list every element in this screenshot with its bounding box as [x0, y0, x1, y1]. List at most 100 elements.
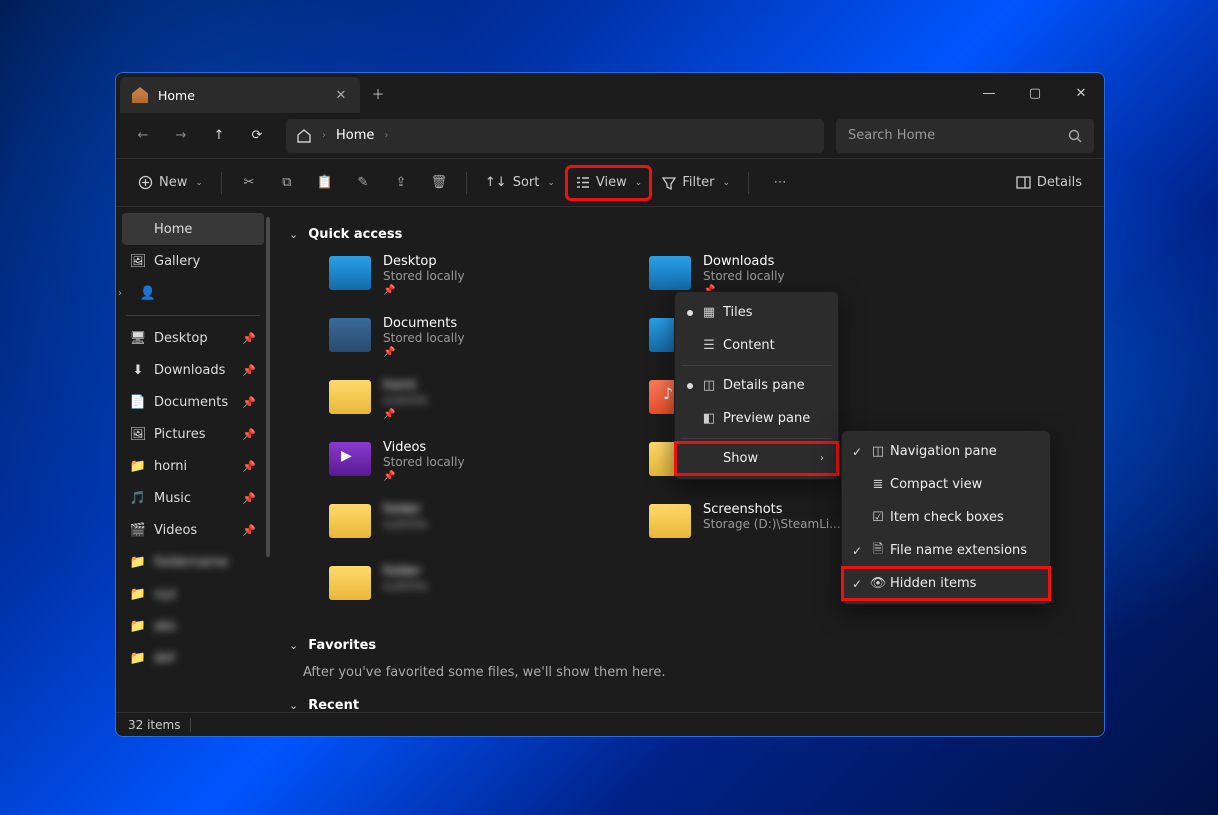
tab-title: Home	[158, 88, 324, 103]
copy-button[interactable]: ⧉	[270, 167, 304, 199]
chevron-right-icon: ›	[384, 130, 388, 141]
folder-icon	[649, 256, 691, 290]
pin-icon: 📌	[242, 524, 256, 537]
cut-button[interactable]: ✂	[232, 167, 266, 199]
item-subtitle: subtitle	[383, 393, 428, 407]
section-quick-access[interactable]: ⌄ Quick access	[289, 227, 1086, 242]
new-tab-button[interactable]: ＋	[360, 73, 396, 113]
quick-access-item[interactable]: horni subtitle 📌	[329, 378, 609, 434]
quick-access-item[interactable]: Documents Stored locally 📌	[329, 316, 609, 372]
check-icon: ✓	[852, 445, 862, 459]
more-button[interactable]: ⋯	[763, 167, 797, 199]
scrollbar[interactable]	[266, 217, 270, 557]
pin-icon: 📌	[383, 471, 465, 482]
sidebar-item-home[interactable]: Home	[122, 213, 264, 245]
menu-item-navigation-pane[interactable]: ✓◫Navigation pane	[842, 435, 1050, 468]
section-recent[interactable]: ⌄ Recent	[289, 698, 1086, 712]
item-name: Documents	[383, 316, 465, 331]
person-icon: 👤	[140, 285, 156, 301]
menu-item-file-name-extensions[interactable]: ✓🗎File name extensions	[842, 534, 1050, 567]
view-dropdown-menu: ▦Tiles ☰Content ◫Details pane ◧Preview p…	[674, 291, 839, 480]
rename-button[interactable]: ✎	[346, 167, 380, 199]
tab-home[interactable]: Home ✕	[120, 77, 360, 113]
menu-item-show[interactable]: Show›	[675, 442, 838, 475]
radio-bullet-icon	[687, 310, 693, 316]
view-button[interactable]: View⌄	[567, 167, 650, 199]
forward-button[interactable]: →	[164, 120, 198, 152]
quick-access-item[interactable]: Videos Stored locally 📌	[329, 440, 609, 496]
delete-button[interactable]: 🗑	[422, 167, 456, 199]
folder-icon	[329, 380, 371, 414]
maximize-button[interactable]: ▢	[1012, 73, 1058, 113]
item-count: 32 items	[128, 718, 180, 732]
menu-item-item-check-boxes[interactable]: ☑Item check boxes	[842, 501, 1050, 534]
desktop-icon: 🖥	[130, 330, 146, 346]
paste-button[interactable]: 📋	[308, 167, 342, 199]
sidebar-item-folder[interactable]: 📁def	[122, 642, 264, 674]
sort-button[interactable]: ↑↓ Sort⌄	[477, 167, 563, 199]
details-pane-icon: ◫	[701, 378, 717, 393]
pin-icon: 📌	[383, 409, 428, 420]
sidebar-item-folder[interactable]: 📁foldername	[122, 546, 264, 578]
sidebar-item-music[interactable]: 🎵Music📌	[122, 482, 264, 514]
address-bar[interactable]: › Home ›	[286, 119, 824, 153]
sidebar-item-folder[interactable]: 📁horni📌	[122, 450, 264, 482]
breadcrumb-home[interactable]: Home	[336, 128, 374, 143]
chevron-right-icon[interactable]: ›	[118, 288, 122, 299]
tiles-icon: ▦	[701, 305, 717, 320]
new-button[interactable]: New⌄	[130, 167, 211, 199]
close-tab-icon[interactable]: ✕	[334, 88, 348, 102]
share-button[interactable]: ⇪	[384, 167, 418, 199]
item-name: Screenshots	[703, 502, 841, 517]
sidebar-item-pictures[interactable]: 🖼Pictures📌	[122, 418, 264, 450]
filter-icon	[662, 176, 676, 190]
item-name: Downloads	[703, 254, 785, 269]
search-input[interactable]: Search Home	[836, 119, 1094, 153]
folder-icon	[329, 256, 371, 290]
item-name: horni	[383, 378, 428, 393]
close-window-button[interactable]: ✕	[1058, 73, 1104, 113]
menu-item-compact-view[interactable]: ≣Compact view	[842, 468, 1050, 501]
sidebar-item-onedrive[interactable]: ›👤	[122, 277, 264, 309]
folder-icon	[329, 566, 371, 600]
quick-access-item[interactable]: folder subtitle	[329, 564, 609, 620]
radio-bullet-icon	[687, 383, 693, 389]
menu-item-preview-pane[interactable]: ◧Preview pane	[675, 402, 838, 435]
details-pane-button[interactable]: Details	[1008, 167, 1090, 199]
sidebar-item-folder[interactable]: 📁abc	[122, 610, 264, 642]
sidebar-item-documents[interactable]: 📄Documents📌	[122, 386, 264, 418]
up-button[interactable]: ↑	[202, 120, 236, 152]
navigation-pane[interactable]: Home 🖼Gallery ›👤 🖥Desktop📌 ⬇Downloads📌 📄…	[116, 207, 271, 712]
back-button[interactable]: ←	[126, 120, 160, 152]
quick-access-item[interactable]: Desktop Stored locally 📌	[329, 254, 609, 310]
refresh-button[interactable]: ⟳	[240, 120, 274, 152]
filter-button[interactable]: Filter⌄	[654, 167, 738, 199]
menu-item-hidden-items[interactable]: ✓👁Hidden items	[842, 567, 1050, 600]
item-subtitle: Stored locally	[703, 269, 785, 283]
pin-icon: 📌	[383, 285, 465, 296]
search-icon	[1068, 129, 1082, 143]
sidebar-item-downloads[interactable]: ⬇Downloads📌	[122, 354, 264, 386]
sidebar-item-videos[interactable]: 🎬Videos📌	[122, 514, 264, 546]
folder-icon: 📁	[130, 458, 146, 474]
music-icon: 🎵	[130, 490, 146, 506]
menu-item-details-pane[interactable]: ◫Details pane	[675, 369, 838, 402]
section-favorites[interactable]: ⌄ Favorites	[289, 638, 1086, 653]
folder-icon: 📁	[130, 618, 146, 634]
item-subtitle: subtitle	[383, 517, 428, 531]
folder-icon: 📁	[130, 650, 146, 666]
item-name: Desktop	[383, 254, 465, 269]
chevron-right-icon: ›	[820, 453, 824, 464]
pin-icon: 📌	[242, 396, 256, 409]
minimize-button[interactable]: —	[966, 73, 1012, 113]
menu-item-content[interactable]: ☰Content	[675, 329, 838, 362]
quick-access-item[interactable]: folder subtitle	[329, 502, 609, 558]
chevron-down-icon: ⌄	[289, 228, 298, 241]
menu-item-tiles[interactable]: ▦Tiles	[675, 296, 838, 329]
folder-icon	[329, 504, 371, 538]
folder-icon	[329, 442, 371, 476]
sidebar-item-desktop[interactable]: 🖥Desktop📌	[122, 322, 264, 354]
sidebar-item-gallery[interactable]: 🖼Gallery	[122, 245, 264, 277]
sidebar-item-folder[interactable]: 📁xyz	[122, 578, 264, 610]
search-placeholder: Search Home	[848, 128, 1060, 143]
